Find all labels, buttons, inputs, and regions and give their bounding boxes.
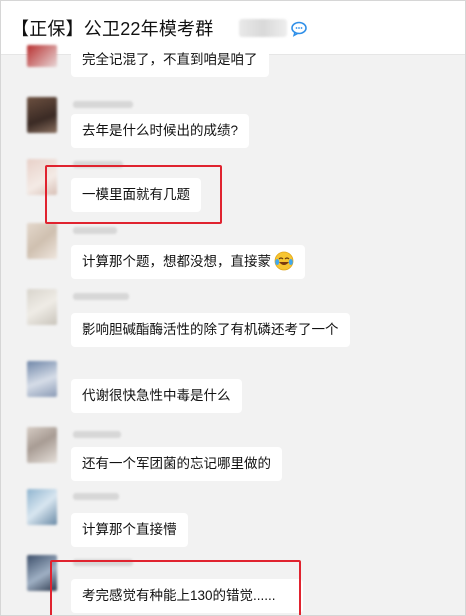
- group-title: 【正保】公卫22年模考群: [11, 19, 214, 39]
- avatar[interactable]: [27, 489, 57, 525]
- message-bubble: 还有一个军团菌的忘记哪里做的: [71, 447, 282, 481]
- highlight-box: [50, 560, 301, 615]
- message-text: 计算那个题，想都没想，直接蒙: [82, 254, 271, 269]
- message-bubble: 计算那个题，想都没想，直接蒙: [71, 245, 305, 279]
- avatar[interactable]: [27, 45, 57, 67]
- sender-name-blurred: [73, 101, 133, 108]
- chat-window: 【正保】公卫22年模考群 完全记混了，不直到咱是咱了 去年是什么时候出的成绩? …: [0, 0, 466, 616]
- sender-name-blurred: [73, 293, 129, 300]
- avatar[interactable]: [27, 97, 57, 133]
- blurred-member-count: [239, 19, 287, 37]
- highlight-box: [45, 165, 222, 224]
- laughing-crying-emoji-icon: [274, 252, 294, 271]
- message-bubble: 完全记混了，不直到咱是咱了: [71, 43, 269, 77]
- message-list[interactable]: 完全记混了，不直到咱是咱了 去年是什么时候出的成绩? 一模里面就有几题 计算那个…: [1, 43, 465, 615]
- message-bubble: 去年是什么时候出的成绩?: [71, 114, 250, 148]
- avatar[interactable]: [27, 289, 57, 325]
- message-bubble: 代谢很快急性中毒是什么: [71, 379, 242, 413]
- message-bubble: 计算那个直接懵: [71, 513, 188, 547]
- avatar[interactable]: [27, 223, 57, 259]
- sender-name-blurred: [73, 227, 117, 234]
- avatar[interactable]: [27, 427, 57, 463]
- sender-name-blurred: [73, 493, 119, 500]
- sender-name-blurred: [73, 431, 121, 438]
- message-bubble: 影响胆碱酯酶活性的除了有机磷还考了一个: [71, 313, 350, 347]
- chat-bubbles-icon[interactable]: [291, 21, 309, 37]
- avatar[interactable]: [27, 361, 57, 397]
